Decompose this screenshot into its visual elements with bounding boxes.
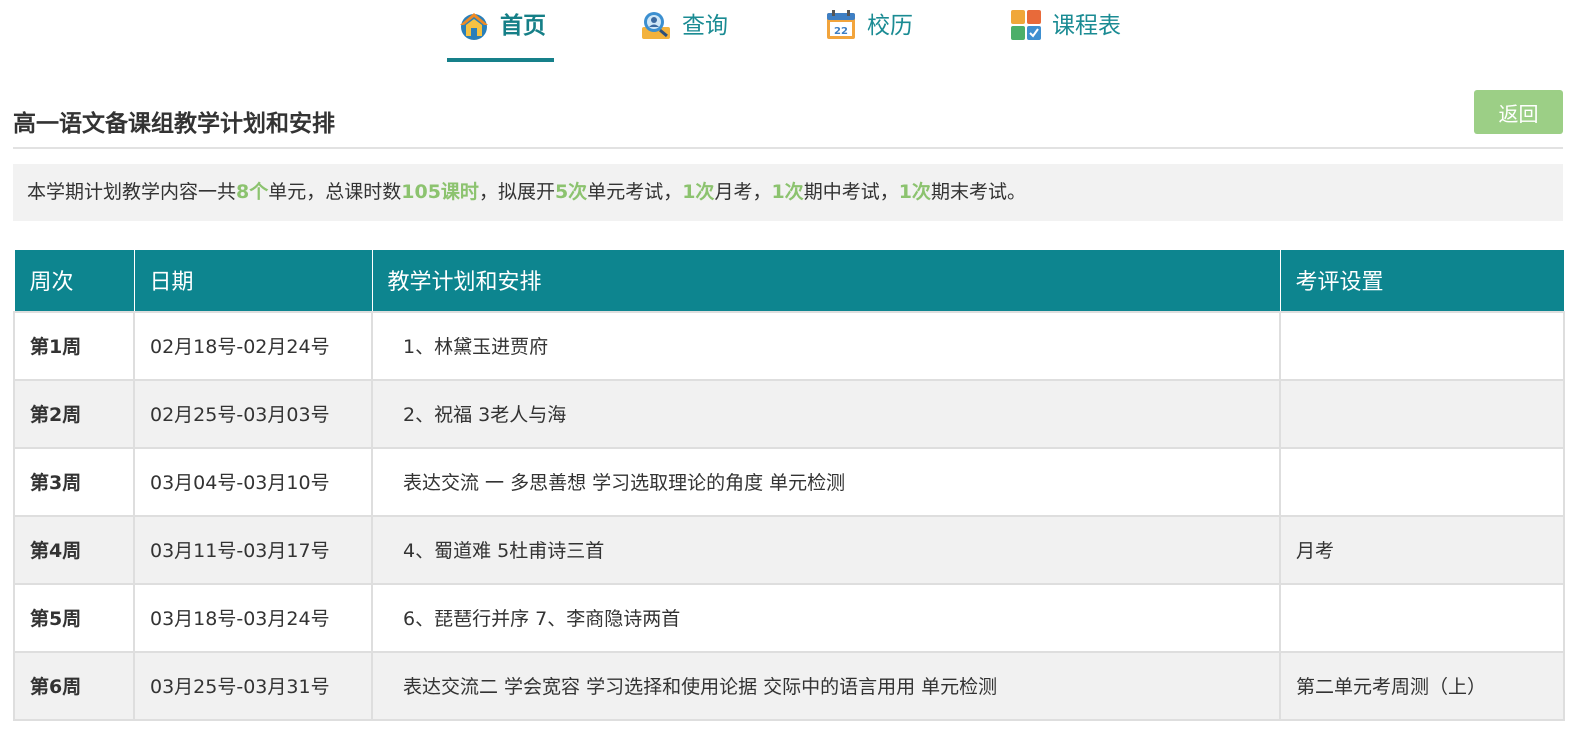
table-row: 第1周 02月18号-02月24号 1、林黛玉进贾府 xyxy=(13,310,1565,381)
summary-text: 本学期计划教学内容一共 xyxy=(27,181,237,203)
nav-item-query[interactable]: 查询 xyxy=(640,0,728,62)
summary-text: ，拟展开 xyxy=(478,181,555,203)
plan-cell: 6、琵琶行并序 7、李商隐诗两首 xyxy=(371,582,1281,653)
column-header-date: 日期 xyxy=(133,249,373,312)
evaluation-cell xyxy=(1279,310,1565,381)
column-header-week: 周次 xyxy=(13,249,135,312)
plan-cell: 2、祝福 3老人与海 xyxy=(371,378,1281,449)
summary-text: 单元，总课时数 xyxy=(268,181,402,203)
unit-count: 8个 xyxy=(236,181,269,203)
evaluation-cell: 第二单元考周测（上） xyxy=(1279,650,1565,721)
summary-text: 月考， xyxy=(714,181,772,203)
week-cell: 第3周 xyxy=(13,446,135,517)
teaching-plan-table: 周次 日期 教学计划和安排 考评设置 第1周 02月18号-02月24号 1、林… xyxy=(13,249,1565,721)
search-user-icon xyxy=(642,12,670,39)
table-row: 第3周 03月04号-03月10号 表达交流 一 多思善想 学习选取理论的角度 … xyxy=(13,446,1565,517)
timetable-icon xyxy=(1011,10,1041,40)
calendar-icon: 22 xyxy=(827,10,855,39)
date-cell: 03月25号-03月31号 xyxy=(133,650,373,721)
evaluation-cell xyxy=(1279,582,1565,653)
week-cell: 第2周 xyxy=(13,378,135,449)
total-hours: 105课时 xyxy=(401,181,479,203)
table-row: 第6周 03月25号-03月31号 表达交流二 学会宽容 学习选择和使用论据 交… xyxy=(13,650,1565,721)
week-cell: 第4周 xyxy=(13,514,135,585)
midterm-exam-count: 1次 xyxy=(771,181,804,203)
nav-label-calendar: 校历 xyxy=(867,13,913,39)
table-row: 第4周 03月11号-03月17号 4、蜀道难 5杜甫诗三首 月考 xyxy=(13,514,1565,585)
plan-summary: 本学期计划教学内容一共8个单元，总课时数105课时，拟展开5次单元考试，1次月考… xyxy=(13,164,1563,221)
summary-text: 单元考试， xyxy=(587,181,683,203)
nav-label-query: 查询 xyxy=(682,13,728,39)
evaluation-cell xyxy=(1279,378,1565,449)
date-cell: 03月04号-03月10号 xyxy=(133,446,373,517)
page-title: 高一语文备课组教学计划和安排 xyxy=(13,111,335,137)
table-row: 第5周 03月18号-03月24号 6、琵琶行并序 7、李商隐诗两首 xyxy=(13,582,1565,653)
svg-text:22: 22 xyxy=(834,26,848,37)
column-header-plan: 教学计划和安排 xyxy=(371,249,1281,312)
nav-label-schedule: 课程表 xyxy=(1052,13,1121,39)
summary-text: 期末考试。 xyxy=(930,181,1026,203)
plan-cell: 表达交流二 学会宽容 学习选择和使用论据 交际中的语言用用 单元检测 xyxy=(371,650,1281,721)
week-cell: 第1周 xyxy=(13,310,135,381)
date-cell: 02月18号-02月24号 xyxy=(133,310,373,381)
divider xyxy=(13,147,1563,149)
home-icon xyxy=(460,13,488,40)
week-cell: 第6周 xyxy=(13,650,135,721)
evaluation-cell xyxy=(1279,446,1565,517)
week-cell: 第5周 xyxy=(13,582,135,653)
plan-cell: 表达交流 一 多思善想 学习选取理论的角度 单元检测 xyxy=(371,446,1281,517)
top-nav: 首页 查询 22 校历 课程表 xyxy=(0,0,1585,62)
nav-item-calendar[interactable]: 22 校历 xyxy=(825,0,913,62)
nav-item-schedule[interactable]: 课程表 xyxy=(1010,0,1121,62)
table-row: 第2周 02月25号-03月03号 2、祝福 3老人与海 xyxy=(13,378,1565,449)
monthly-exam-count: 1次 xyxy=(682,181,715,203)
column-header-evaluation: 考评设置 xyxy=(1279,249,1565,312)
nav-item-home[interactable]: 首页 xyxy=(447,0,554,62)
table-header-row: 周次 日期 教学计划和安排 考评设置 xyxy=(13,249,1565,312)
back-button[interactable]: 返回 xyxy=(1474,90,1563,134)
plan-cell: 4、蜀道难 5杜甫诗三首 xyxy=(371,514,1281,585)
final-exam-count: 1次 xyxy=(898,181,931,203)
date-cell: 03月11号-03月17号 xyxy=(133,514,373,585)
unit-exam-count: 5次 xyxy=(554,181,588,203)
date-cell: 02月25号-03月03号 xyxy=(133,378,373,449)
date-cell: 03月18号-03月24号 xyxy=(133,582,373,653)
summary-text: 期中考试， xyxy=(803,181,899,203)
plan-cell: 1、林黛玉进贾府 xyxy=(371,310,1281,381)
evaluation-cell: 月考 xyxy=(1279,514,1565,585)
nav-label-home: 首页 xyxy=(500,13,546,39)
